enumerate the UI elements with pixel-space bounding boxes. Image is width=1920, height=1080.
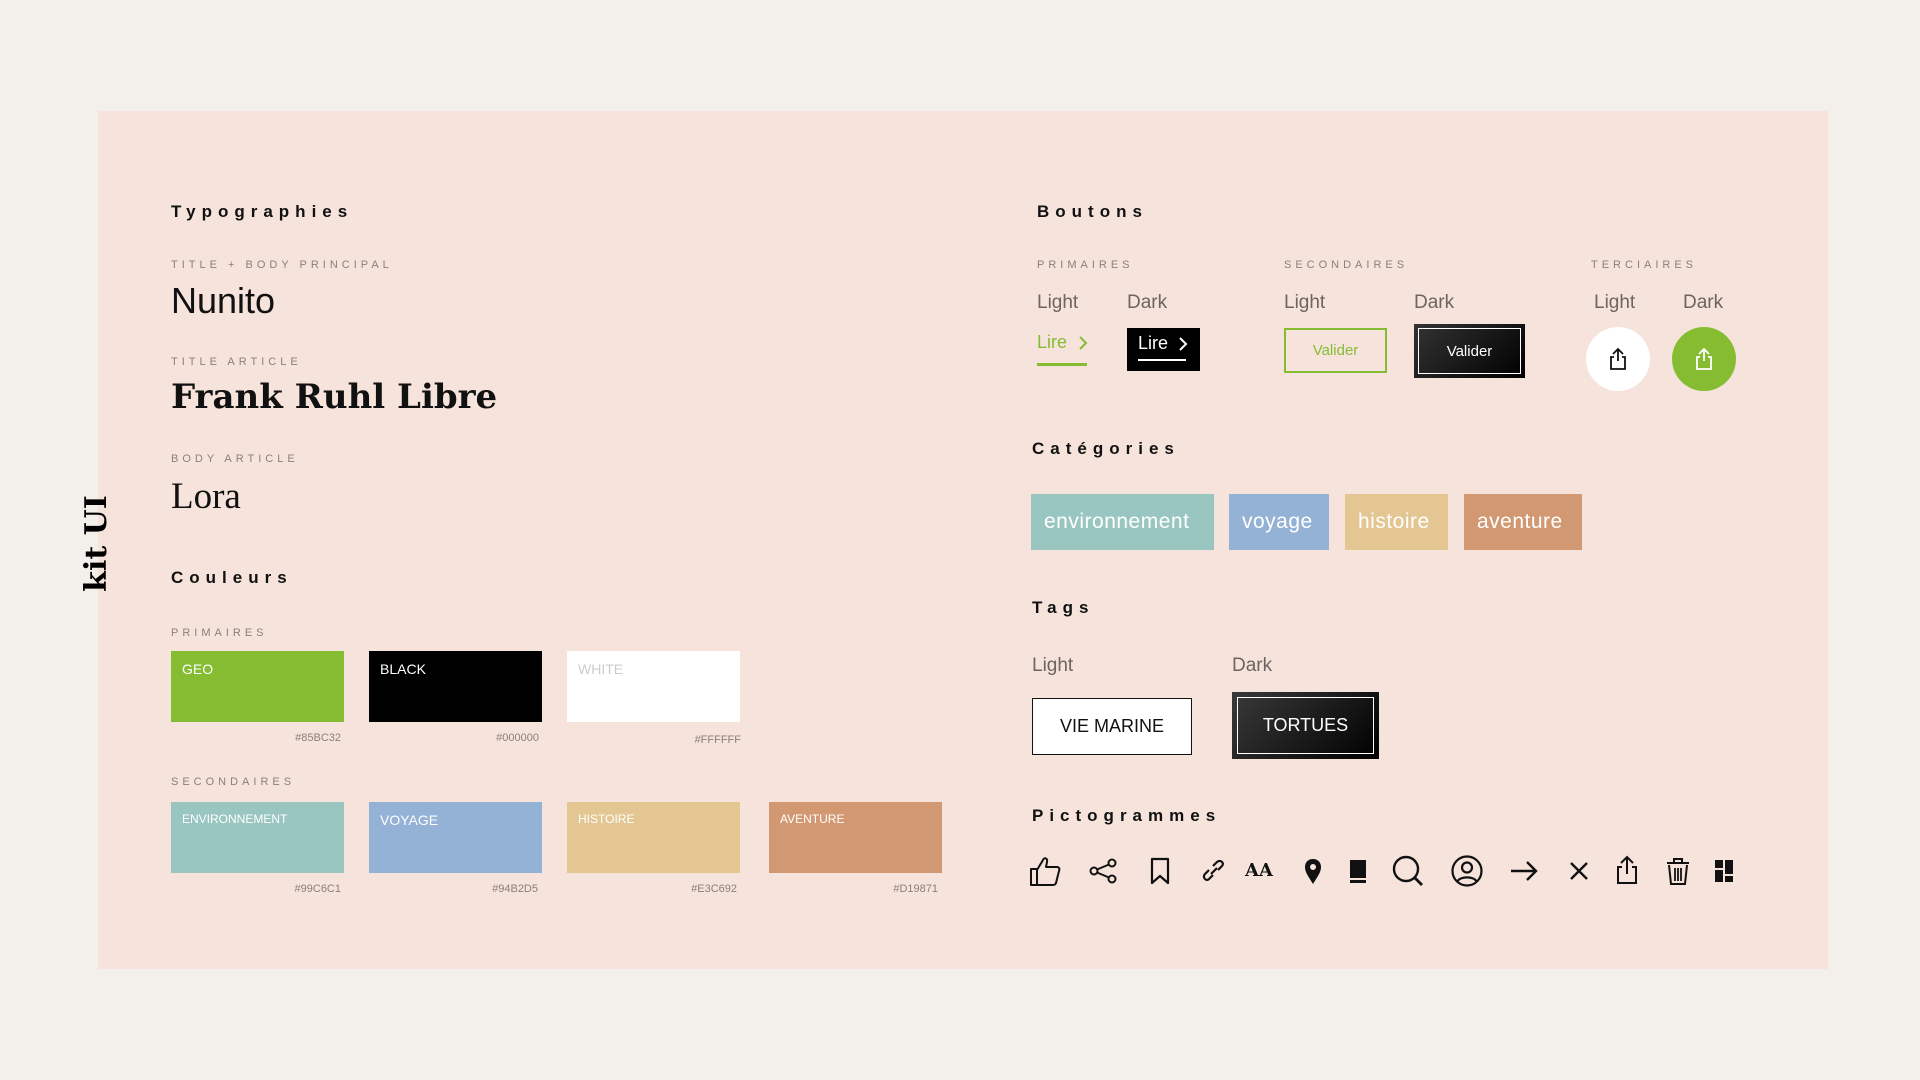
chevron-right-icon [1175,336,1191,352]
underline [1138,359,1186,361]
buttons-secondary-light-label: Light [1284,292,1326,313]
buttons-secondary-dark-label: Dark [1414,292,1455,313]
thumbs-up-icon[interactable] [1028,854,1062,888]
tag-light[interactable]: VIE MARINE [1032,698,1192,755]
export-icon[interactable] [1613,854,1641,888]
validate-button-dark[interactable]: Valider [1414,324,1525,378]
share-button-light[interactable] [1586,327,1650,391]
typo-sample-frank-ruhl: Frank Ruhl Libre [171,377,498,417]
swatch-hex: #E3C692 [691,883,737,895]
kit-ui-title: kit UI [78,494,114,592]
colors-heading: Couleurs [171,568,293,587]
swatch-hex: #85BC32 [295,732,341,744]
read-button-dark[interactable]: Lire [1127,328,1200,371]
buttons-heading: Boutons [1037,202,1148,221]
category-aventure[interactable]: aventure [1464,494,1582,550]
category-voyage[interactable]: voyage [1229,494,1329,550]
export-icon [1607,347,1629,371]
typo-label-body-article: BODY ARTICLE [171,453,299,465]
swatch-hex: #94B2D5 [492,883,538,895]
buttons-tertiary-light-label: Light [1594,292,1636,313]
validate-button-label: Valider [1418,328,1521,374]
buttons-tertiary-dark-label: Dark [1683,292,1724,313]
colors-primary-label: PRIMAIRES [171,627,268,639]
swatch-name: WHITE [578,661,624,677]
read-button-label: Lire [1037,332,1068,352]
colors-secondary-label: SECONDAIRES [171,776,296,788]
buttons-primary-label: PRIMAIRES [1037,259,1134,271]
swatch-aventure: AVENTURE [769,802,942,873]
buttons-primary-dark-label: Dark [1127,292,1168,313]
swatch-histoire: HISTOIRE [567,802,740,873]
pictograms-heading: Pictogrammes [1032,806,1222,825]
swatch-geo: GEO [171,651,344,722]
search-icon[interactable] [1390,854,1426,888]
typo-sample-lora: Lora [171,476,241,517]
font-size-glyph: AA [1245,860,1273,881]
link-icon[interactable] [1198,854,1228,888]
tags-dark-label: Dark [1232,655,1273,676]
swatch-environnement: ENVIRONNEMENT [171,802,344,873]
dashboard-icon[interactable] [1712,854,1738,888]
swatch-white: WHITE [567,651,740,722]
swatch-voyage: VOYAGE [369,802,542,873]
swatch-name: GEO [182,661,214,677]
tag-dark[interactable]: TORTUES [1232,692,1379,759]
read-button-label: Lire [1138,333,1169,353]
swatch-hex: #99C6C1 [294,883,341,895]
swatch-black: BLACK [369,651,542,722]
swatch-hex: #FFFFFF [694,734,741,746]
user-icon[interactable] [1450,854,1484,888]
bookmark-icon[interactable] [1148,854,1172,888]
validate-button-light[interactable]: Valider [1284,328,1387,373]
font-size-icon[interactable]: AA [1245,854,1277,888]
tag-dark-label: TORTUES [1237,697,1374,754]
swatch-name: AVENTURE [780,812,845,826]
swatch-name: BLACK [380,661,426,677]
buttons-primary-light-label: Light [1037,292,1079,313]
underline [1037,363,1087,366]
share-button-dark[interactable] [1672,327,1736,391]
category-histoire[interactable]: histoire [1345,494,1448,550]
read-button-light[interactable]: Lire [1037,332,1097,368]
typo-label-title-article: TITLE ARTICLE [171,356,302,368]
swatch-hex: #D19871 [893,883,938,895]
location-pin-icon[interactable] [1300,854,1326,888]
share-icon[interactable] [1088,854,1118,888]
swatch-name: ENVIRONNEMENT [182,812,288,826]
category-environnement[interactable]: environnement [1031,494,1214,550]
typo-sample-nunito: Nunito [171,280,276,321]
close-icon[interactable] [1565,854,1593,888]
typography-heading: Typographies [171,202,354,221]
trash-icon[interactable] [1663,854,1693,888]
tags-light-label: Light [1032,655,1074,676]
swatch-hex: #000000 [496,732,539,744]
categories-heading: Catégories [1032,439,1180,458]
book-icon[interactable] [1346,854,1370,888]
export-icon [1693,347,1715,371]
chevron-right-icon [1075,335,1091,351]
buttons-secondary-label: SECONDAIRES [1284,259,1409,271]
buttons-tertiary-label: TERCIAIRES [1591,259,1698,271]
arrow-right-icon[interactable] [1508,854,1540,888]
typo-label-principal: TITLE + BODY PRINCIPAL [171,259,393,271]
swatch-name: VOYAGE [380,812,439,828]
tags-heading: Tags [1032,598,1095,617]
swatch-name: HISTOIRE [578,812,635,826]
